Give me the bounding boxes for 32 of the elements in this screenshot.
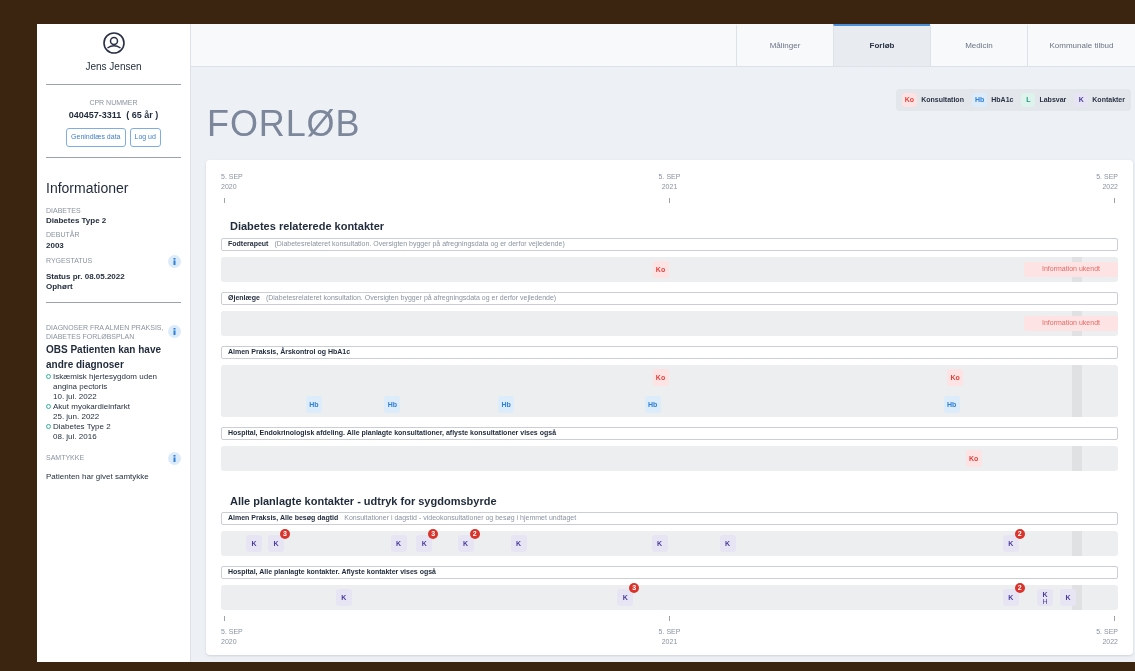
diagnosis-name: Iskæmisk hjertesygdom uden angina pectoris xyxy=(53,371,159,392)
avatar-icon xyxy=(102,32,125,54)
consent-text: Patienten har givet samtykke xyxy=(46,470,150,483)
tick-mark xyxy=(1114,198,1115,203)
field-value: Status pr. 08.05.2022 xyxy=(46,271,126,282)
info-icon[interactable] xyxy=(168,325,181,338)
section-heading: Informationer xyxy=(46,178,130,198)
patient-name: Jens Jensen xyxy=(85,60,142,74)
diagnosis-name: Akut myokardieinfarkt xyxy=(53,401,130,412)
today-band xyxy=(1072,531,1082,556)
tick-mark xyxy=(669,198,670,203)
diagnosis-date: 25. jun. 2022 xyxy=(53,411,101,422)
tick-mark xyxy=(224,616,225,621)
page-title: FORLØB xyxy=(207,102,361,146)
section-title: Diabetes relaterede kontakter xyxy=(230,219,386,234)
section-title: Alle planlagte kontakter - udtryk for sygdomsbyrde xyxy=(230,493,498,509)
diagnosis-note: OBS Patienten kan have andre diagnoser xyxy=(46,342,163,372)
diagnosis-date: 08. jul. 2016 xyxy=(53,431,98,442)
tick-mark xyxy=(669,616,670,621)
field-value: 2003 xyxy=(46,240,65,251)
today-band xyxy=(1072,445,1082,471)
tick-mark xyxy=(1114,616,1115,621)
tab[interactable]: Forløb xyxy=(833,24,930,66)
tick-mark xyxy=(224,198,225,203)
field-value: Diabetes Type 2 xyxy=(46,216,108,226)
info-icon[interactable] xyxy=(168,254,181,268)
info-icon[interactable] xyxy=(168,451,181,465)
diagnosis-date: 10. jul. 2022 xyxy=(53,391,98,402)
diagnosis-name: Diabetes Type 2 xyxy=(53,421,111,432)
cpr-number: 040457-3311 ( 65 år ) xyxy=(68,108,159,122)
today-band xyxy=(1072,364,1082,417)
field-value: Ophørt xyxy=(46,281,74,292)
